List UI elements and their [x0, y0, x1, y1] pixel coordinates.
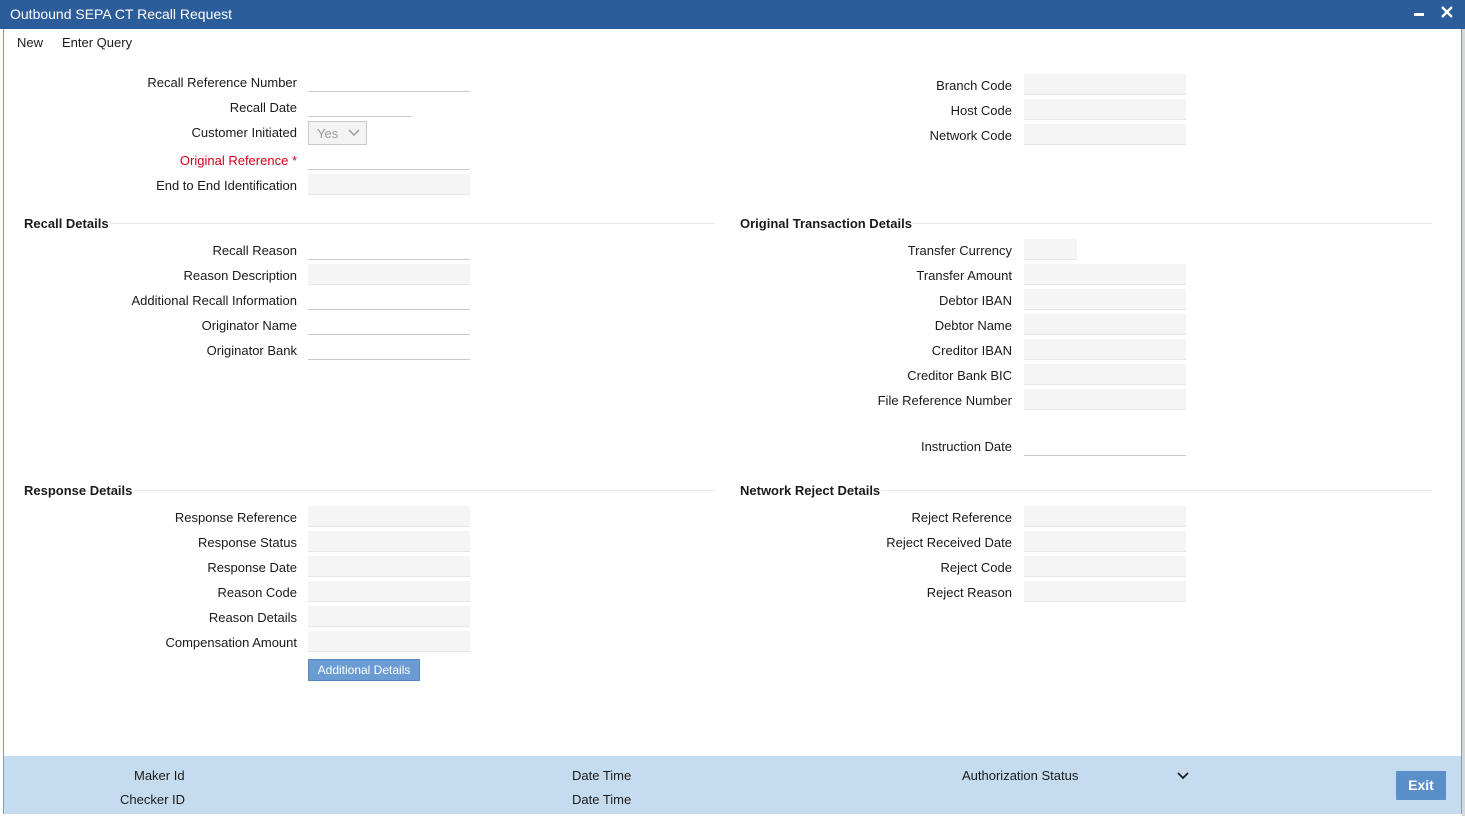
maker-date-time-label: Date Time [572, 768, 632, 783]
recall-reason-input[interactable] [308, 239, 470, 260]
reject-code-label: Reject Code [940, 560, 1012, 575]
transfer-currency-label: Transfer Currency [907, 243, 1012, 258]
chevron-down-icon [348, 126, 360, 141]
file-reference-number-label: File Reference Number [877, 393, 1012, 408]
reason-details-input[interactable] [308, 606, 470, 627]
creditor-iban-input[interactable] [1024, 339, 1186, 360]
customer-initiated-label: Customer Initiated [191, 125, 298, 140]
host-code-label: Host Code [950, 103, 1012, 118]
end-to-end-identification-input[interactable] [308, 174, 470, 195]
reject-reference-label: Reject Reference [911, 510, 1012, 525]
file-reference-number-input[interactable] [1024, 389, 1186, 410]
recall-reason-label: Recall Reason [212, 243, 297, 258]
checker-id-label: Checker ID [120, 792, 186, 807]
reject-reason-label: Reject Reason [926, 585, 1012, 600]
network-code-input[interactable] [1024, 124, 1186, 145]
debtor-name-input[interactable] [1024, 314, 1186, 335]
original-reference-input[interactable] [308, 149, 470, 170]
originator-bank-label: Originator Bank [206, 343, 297, 358]
recall-details-title: Recall Details [24, 216, 109, 231]
minimize-icon[interactable] [1409, 4, 1429, 24]
original-reference-label-text: Original Reference [179, 153, 289, 168]
authorization-status-label: Authorization Status [962, 768, 1079, 783]
compensation-amount-label: Compensation Amount [165, 635, 297, 650]
reject-reason-input[interactable] [1024, 581, 1186, 602]
required-marker: * [291, 153, 297, 168]
creditor-bank-bic-label: Creditor Bank BIC [907, 368, 1012, 383]
reject-code-input[interactable] [1024, 556, 1186, 577]
section-divider [110, 223, 715, 224]
transfer-amount-input[interactable] [1024, 264, 1186, 285]
response-details-title: Response Details [24, 483, 133, 498]
checker-date-time-label: Date Time [572, 792, 632, 807]
additional-recall-information-input[interactable] [308, 289, 470, 310]
reject-received-date-input[interactable] [1024, 531, 1186, 552]
original-reference-label: Original Reference * [180, 153, 297, 168]
additional-details-button[interactable]: Additional Details [308, 659, 420, 681]
menu-enter-query[interactable]: Enter Query [62, 35, 132, 50]
customer-initiated-select[interactable]: Yes [308, 121, 367, 145]
maker-id-label: Maker Id [134, 768, 185, 783]
host-code-input[interactable] [1024, 99, 1186, 120]
audit-footer: Maker Id Checker ID Date Time Date Time … [4, 756, 1461, 814]
branch-code-input[interactable] [1024, 74, 1186, 95]
debtor-name-label: Debtor Name [934, 318, 1012, 333]
reject-received-date-label: Reject Received Date [886, 535, 1012, 550]
reason-description-label: Reason Description [183, 268, 297, 283]
additional-recall-information-label: Additional Recall Information [131, 293, 297, 308]
creditor-iban-label: Creditor IBAN [931, 343, 1012, 358]
reject-reference-input[interactable] [1024, 506, 1186, 527]
network-reject-details-title: Network Reject Details [740, 483, 881, 498]
reason-details-label: Reason Details [208, 610, 297, 625]
customer-initiated-value: Yes [317, 126, 339, 141]
originator-name-label: Originator Name [201, 318, 297, 333]
creditor-bank-bic-input[interactable] [1024, 364, 1186, 385]
window-title: Outbound SEPA CT Recall Request [10, 6, 233, 22]
reason-code-label: Reason Code [217, 585, 298, 600]
transfer-amount-label: Transfer Amount [916, 268, 1012, 283]
end-to-end-identification-label: End to End Identification [156, 178, 297, 193]
response-date-input[interactable] [308, 556, 470, 577]
recall-date-input[interactable] [308, 96, 412, 117]
network-code-label: Network Code [929, 128, 1012, 143]
reason-description-input[interactable] [308, 264, 470, 285]
response-status-label: Response Status [197, 535, 297, 550]
window-frame [3, 0, 1462, 814]
debtor-iban-label: Debtor IBAN [939, 293, 1012, 308]
reason-code-input[interactable] [308, 581, 470, 602]
compensation-amount-input[interactable] [308, 631, 470, 652]
instruction-date-label: Instruction Date [920, 439, 1012, 454]
originator-bank-input[interactable] [308, 339, 470, 360]
transfer-currency-input[interactable] [1024, 239, 1077, 260]
section-divider [134, 490, 715, 491]
recall-reference-number-label: Recall Reference Number [147, 75, 297, 90]
response-reference-input[interactable] [308, 506, 470, 527]
menu-new[interactable]: New [17, 35, 43, 50]
section-divider [912, 223, 1432, 224]
title-bar: Outbound SEPA CT Recall Request [0, 0, 1465, 29]
originator-name-input[interactable] [308, 314, 470, 335]
response-reference-label: Response Reference [174, 510, 297, 525]
instruction-date-input[interactable] [1024, 435, 1186, 456]
section-divider [882, 490, 1432, 491]
response-date-label: Response Date [207, 560, 297, 575]
chevron-down-icon[interactable] [1176, 768, 1190, 782]
response-status-input[interactable] [308, 531, 470, 552]
close-icon[interactable] [1437, 4, 1457, 24]
branch-code-label: Branch Code [936, 78, 1012, 93]
exit-button[interactable]: Exit [1396, 771, 1446, 800]
menu-bar: New Enter Query [4, 29, 1461, 55]
original-transaction-details-title: Original Transaction Details [740, 216, 912, 231]
recall-reference-number-input[interactable] [308, 71, 470, 92]
recall-date-label: Recall Date [229, 100, 297, 115]
debtor-iban-input[interactable] [1024, 289, 1186, 310]
